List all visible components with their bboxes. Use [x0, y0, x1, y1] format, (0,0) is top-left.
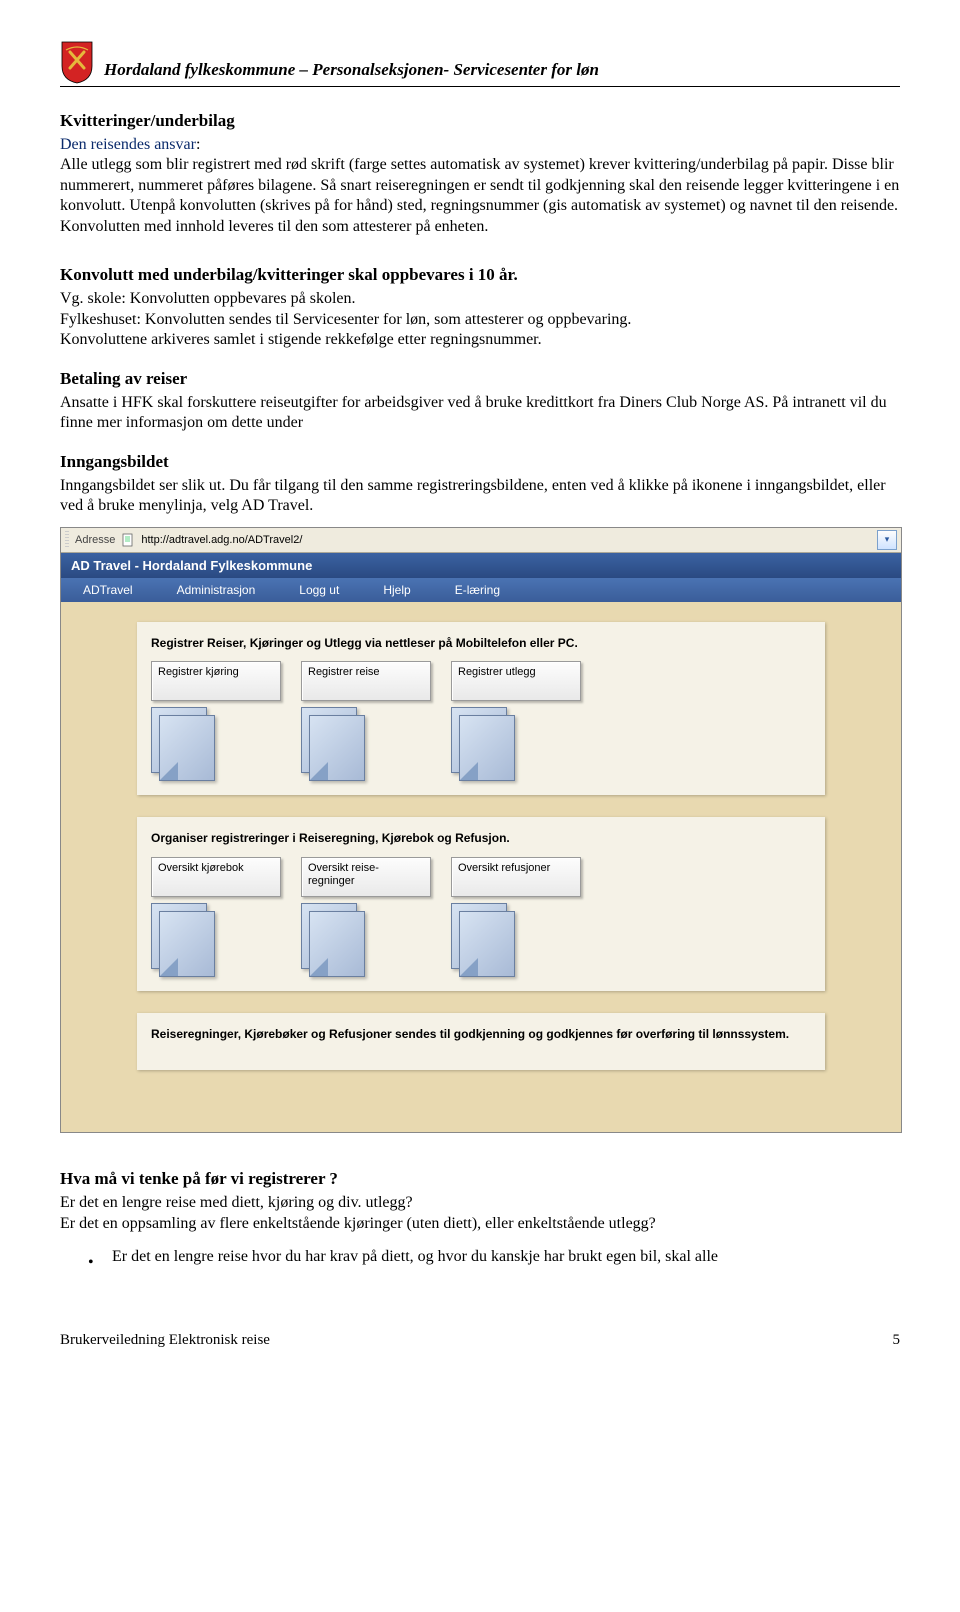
- heading-betaling: Betaling av reiser: [60, 369, 900, 389]
- app-body: Registrer Reiser, Kjøringer og Utlegg vi…: [61, 602, 901, 1133]
- address-label: Adresse: [75, 534, 115, 546]
- toolbar-grip: [65, 531, 69, 549]
- registrer-kjoring-button[interactable]: Registrer kjøring: [151, 661, 281, 701]
- paragraph-tenke: Er det en lengre reise med diett, kjørin…: [60, 1193, 900, 1234]
- heading-kvitteringer: Kvitteringer/underbilag: [60, 111, 900, 131]
- menu-adtravel[interactable]: ADTravel: [61, 578, 155, 602]
- document-icon[interactable]: [451, 903, 511, 973]
- heading-hva-maa-vi-tenke: Hva må vi tenke på før vi registrerer ?: [60, 1169, 900, 1189]
- card-oversikt-reiseregninger: Oversikt reise-regninger: [301, 857, 431, 973]
- address-bar: Adresse http://adtravel.adg.no/ADTravel2…: [61, 528, 901, 553]
- paragraph-betaling: Ansatte i HFK skal forskuttere reiseutgi…: [60, 393, 900, 434]
- page-header: Hordaland fylkeskommune – Personalseksjo…: [60, 40, 900, 87]
- app-title-bar: AD Travel - Hordaland Fylkeskommune: [61, 553, 901, 578]
- heading-konvolutt: Konvolutt med underbilag/kvitteringer sk…: [60, 265, 900, 285]
- registrer-utlegg-button[interactable]: Registrer utlegg: [451, 661, 581, 701]
- card-oversikt-refusjoner: Oversikt refusjoner: [451, 857, 581, 973]
- page-footer: Brukerveiledning Elektronisk reise 5: [60, 1332, 900, 1349]
- panel-registrer: Registrer Reiser, Kjøringer og Utlegg vi…: [137, 622, 825, 796]
- panel-title: Registrer Reiser, Kjøringer og Utlegg vi…: [151, 636, 811, 652]
- document-icon[interactable]: [451, 707, 511, 777]
- lead-text: Den reisendes ansvar: [60, 136, 196, 153]
- menu-loggut[interactable]: Logg ut: [277, 578, 361, 602]
- oversikt-reiseregninger-button[interactable]: Oversikt reise-regninger: [301, 857, 431, 897]
- menu-elaering[interactable]: E-læring: [433, 578, 522, 602]
- panel-organiser: Organiser registreringer i Reiseregning,…: [137, 817, 825, 991]
- heading-inngangsbildet: Inngangsbildet: [60, 452, 900, 472]
- document-icon[interactable]: [151, 707, 211, 777]
- document-icon[interactable]: [301, 903, 361, 973]
- paragraph-ansvar: Den reisendes ansvar: Alle utlegg som bl…: [60, 135, 900, 237]
- document-icon[interactable]: [301, 707, 361, 777]
- document-icon[interactable]: [151, 903, 211, 973]
- page-icon: [121, 533, 135, 547]
- oversikt-kjorebok-button[interactable]: Oversikt kjørebok: [151, 857, 281, 897]
- address-dropdown-button[interactable]: ▾: [877, 530, 897, 550]
- address-url: http://adtravel.adg.no/ADTravel2/: [141, 534, 302, 546]
- header-text: Hordaland fylkeskommune – Personalseksjo…: [104, 60, 599, 84]
- menu-hjelp[interactable]: Hjelp: [361, 578, 432, 602]
- card-oversikt-kjorebok: Oversikt kjørebok: [151, 857, 281, 973]
- bullet-dot-icon: •: [88, 1254, 94, 1272]
- oversikt-refusjoner-button[interactable]: Oversikt refusjoner: [451, 857, 581, 897]
- panel-godkjenning: Reiseregninger, Kjørebøker og Refusjoner…: [137, 1013, 825, 1071]
- page-number: 5: [893, 1332, 901, 1349]
- panel-title: Reiseregninger, Kjørebøker og Refusjoner…: [151, 1027, 811, 1043]
- paragraph-inngangsbildet: Inngangsbildet ser slik ut. Du får tilga…: [60, 476, 900, 517]
- menu-administrasjon[interactable]: Administrasjon: [155, 578, 278, 602]
- bullet-text: Er det en lengre reise hvor du har krav …: [112, 1248, 718, 1272]
- body-text: Alle utlegg som blir registrert med rød …: [60, 156, 899, 234]
- panel-title: Organiser registreringer i Reiseregning,…: [151, 831, 811, 847]
- app-screenshot: Adresse http://adtravel.adg.no/ADTravel2…: [60, 527, 902, 1134]
- crest-icon: [60, 40, 94, 84]
- card-registrer-utlegg: Registrer utlegg: [451, 661, 581, 777]
- bullet-item: • Er det en lengre reise hvor du har kra…: [60, 1248, 900, 1272]
- footer-left: Brukerveiledning Elektronisk reise: [60, 1332, 270, 1349]
- card-registrer-reise: Registrer reise: [301, 661, 431, 777]
- paragraph-konvolutt: Vg. skole: Konvolutten oppbevares på sko…: [60, 289, 900, 350]
- card-registrer-kjoring: Registrer kjøring: [151, 661, 281, 777]
- registrer-reise-button[interactable]: Registrer reise: [301, 661, 431, 701]
- app-menu-bar: ADTravel Administrasjon Logg ut Hjelp E-…: [61, 578, 901, 602]
